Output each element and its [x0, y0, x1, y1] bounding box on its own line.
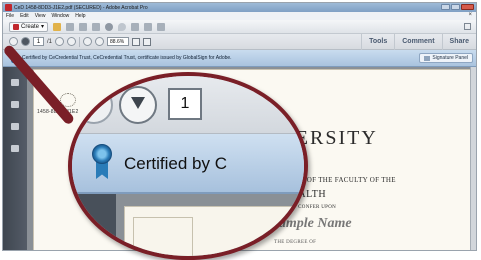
title-bar: CeD 1458-8DD3-J1E2.pdf (SECURED) - Adobe…	[3, 3, 476, 12]
select-tool-icon[interactable]	[55, 37, 65, 46]
tab-tools[interactable]: Tools	[361, 34, 394, 50]
menu-help[interactable]: Help	[75, 13, 85, 19]
save-icon[interactable]	[66, 22, 75, 31]
pen-icon	[424, 55, 431, 61]
signatures-icon[interactable]	[11, 145, 19, 152]
fit-page-icon[interactable]	[132, 37, 141, 46]
create-button[interactable]: Create ▾	[9, 21, 49, 32]
magnified-view: 1 Certified by C	[72, 76, 304, 256]
signature-panel-button[interactable]: Signature Panel	[419, 53, 473, 63]
menu-bar: File Edit View Window Help ×	[3, 12, 476, 20]
email-icon[interactable]	[92, 22, 101, 31]
magnified-certificate-text: Certified by C	[124, 154, 227, 173]
hand-tool-icon[interactable]	[67, 37, 77, 46]
zoom-out-icon[interactable]	[83, 37, 93, 46]
close-document-icon[interactable]: ×	[468, 12, 472, 18]
certificate-bar: Certified by CeCredential Trust, CeCrede…	[3, 50, 476, 67]
create-pdf-icon	[13, 23, 19, 30]
magnified-next-page-icon	[119, 86, 157, 124]
menu-window[interactable]: Window	[51, 13, 69, 19]
magnified-certificate-bar: Certified by C	[72, 134, 304, 194]
bookmarks-icon[interactable]	[11, 101, 19, 108]
ribbon-disc	[92, 144, 112, 164]
magnified-ribbon-icon	[92, 144, 112, 180]
vertical-scrollbar[interactable]	[470, 67, 476, 250]
navigation-pane	[3, 67, 27, 250]
minimize-button[interactable]	[441, 4, 450, 10]
zoom-input[interactable]: 88.6%	[107, 37, 130, 46]
magnifier-lens: 1 Certified by C	[68, 72, 308, 260]
window-title: CeD 1458-8DD3-J1E2.pdf (SECURED) - Adobe…	[14, 4, 148, 11]
adobe-acrobat-icon	[5, 4, 12, 11]
magnified-border-frame	[133, 217, 193, 256]
maximize-button[interactable]	[451, 4, 460, 10]
page-thumbnails-icon[interactable]	[11, 79, 19, 86]
task-tabs: Tools Comment Share	[361, 34, 476, 50]
magnified-document-area	[72, 194, 304, 256]
attachments-icon[interactable]	[11, 123, 19, 130]
main-toolbar: Create ▾	[3, 20, 476, 34]
highlight-icon[interactable]	[131, 22, 140, 31]
comment-icon[interactable]	[118, 22, 127, 31]
toolbar-divider	[79, 36, 81, 47]
menu-file[interactable]: File	[6, 13, 14, 19]
full-screen-icon[interactable]	[143, 37, 152, 46]
close-window-button[interactable]	[461, 4, 474, 10]
magnified-toolbar: 1	[72, 76, 304, 134]
magnified-previous-page-icon	[75, 86, 113, 124]
page-number-input[interactable]: 1	[33, 37, 44, 46]
chevron-down-icon: ▾	[41, 24, 45, 30]
magnified-navigation-pane	[72, 194, 116, 256]
window-controls	[441, 4, 474, 10]
magnified-page-number: 1	[168, 88, 202, 120]
menu-view[interactable]: View	[35, 13, 46, 19]
print-icon[interactable]	[79, 22, 88, 31]
zoom-in-icon[interactable]	[95, 37, 105, 46]
gear-icon[interactable]	[105, 22, 114, 31]
create-label: Create	[21, 23, 40, 30]
signature-panel-label: Signature Panel	[432, 54, 468, 61]
magnified-document-page	[124, 206, 304, 256]
next-page-icon[interactable]	[21, 37, 30, 46]
certificate-message: Certified by CeCredential Trust, CeCrede…	[22, 55, 232, 61]
tab-comment[interactable]: Comment	[394, 34, 441, 50]
expand-icon[interactable]	[464, 23, 471, 30]
page-total: /1	[47, 38, 53, 45]
attach-icon[interactable]	[144, 22, 153, 31]
navigation-toolbar: 1 /1 88.6% Tools Comment Share	[3, 34, 476, 50]
tab-share[interactable]: Share	[441, 34, 476, 50]
folder-icon[interactable]	[53, 22, 62, 31]
menu-edit[interactable]: Edit	[20, 13, 29, 19]
sign-icon[interactable]	[157, 22, 166, 31]
